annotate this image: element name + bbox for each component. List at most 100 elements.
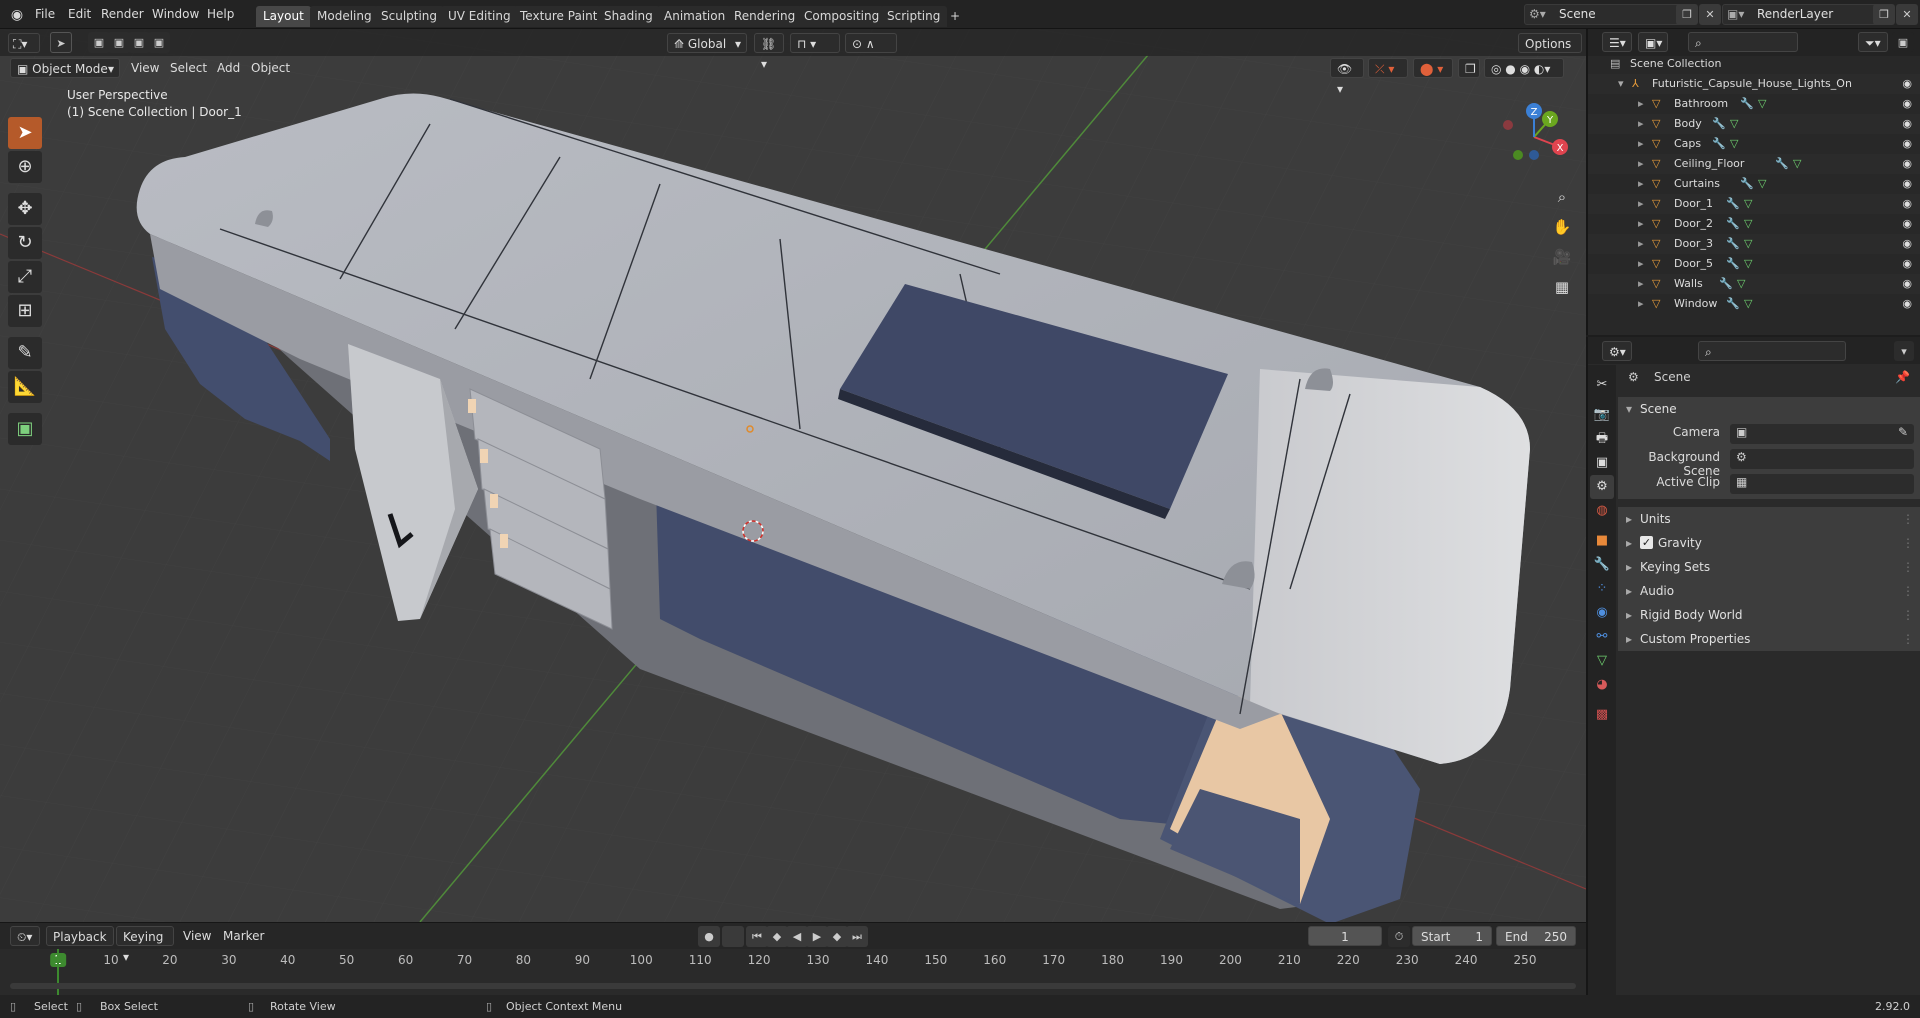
end-frame-field[interactable]: End 250 [1496, 926, 1576, 946]
menu-file[interactable]: File [35, 0, 55, 29]
playback-menu[interactable]: Playback ▾ [46, 926, 114, 964]
pan-hand-icon[interactable]: ✋ [1548, 213, 1576, 241]
cursor-tool-icon[interactable]: ⊕ [8, 151, 42, 183]
tab-modeling[interactable]: Modeling [310, 6, 379, 27]
measure-tool-icon[interactable]: 📐 [8, 371, 42, 403]
auto-key-icon[interactable] [722, 926, 744, 947]
background-scene-field[interactable]: ⚙ [1730, 449, 1914, 469]
gizmo-icon[interactable]: ⤫ ▾ [1368, 58, 1408, 78]
visibility-eye-icon[interactable]: ◉ [1902, 94, 1912, 114]
play-icon[interactable]: ▶ [806, 926, 828, 947]
visibility-eye-icon[interactable]: ◉ [1902, 174, 1912, 194]
menu-help[interactable]: Help [207, 0, 234, 29]
particles-tab-icon[interactable]: ⁘ [1590, 577, 1614, 601]
data-tab-icon[interactable]: ▽ [1590, 649, 1614, 673]
xray-icon[interactable]: ❐ [1458, 58, 1480, 78]
delete-scene-icon[interactable]: ✕ [1699, 4, 1721, 25]
drag-handle-icon[interactable]: ⋮ [1902, 531, 1914, 555]
expand-arrow-icon[interactable]: ▾ [1618, 74, 1624, 94]
tab-sculpting[interactable]: Sculpting [374, 6, 445, 27]
expand-arrow-icon[interactable]: ▸ [1638, 94, 1644, 114]
world-tab-icon[interactable]: ◍ [1590, 499, 1614, 523]
outliner-item[interactable]: ▸ ▽ Door_1 🔧 ▽ ◉ [1588, 194, 1920, 214]
delete-layer-icon[interactable]: ✕ [1896, 4, 1918, 25]
drag-handle-icon[interactable]: ⋮ [1902, 555, 1914, 579]
play-reverse-icon[interactable]: ◀ [786, 926, 808, 947]
outliner-item[interactable]: ▸ ▽ Body 🔧 ▽ ◉ [1588, 114, 1920, 134]
move-tool-icon[interactable]: ✥ [8, 193, 42, 225]
menu-select[interactable]: Select [170, 58, 207, 78]
expand-arrow-icon[interactable]: ▸ [1638, 114, 1644, 134]
clock-icon[interactable]: ⏱ [1388, 926, 1410, 947]
visibility-eye-icon[interactable]: ◉ [1902, 114, 1912, 134]
camera-view-icon[interactable]: 🎥 [1548, 243, 1576, 271]
expand-arrow-icon[interactable]: ▸ [1638, 154, 1644, 174]
outliner-item[interactable]: ▸ ▽ Door_2 🔧 ▽ ◉ [1588, 214, 1920, 234]
outliner-item[interactable]: ▸ ▽ Curtains 🔧 ▽ ◉ [1588, 174, 1920, 194]
texture-tab-icon[interactable]: ▩ [1590, 703, 1614, 727]
timeline-menu-view[interactable]: View [183, 926, 211, 946]
expand-arrow-icon[interactable]: ▸ [1638, 214, 1644, 234]
select-mode-intersect-icon[interactable]: ▣ [148, 32, 170, 53]
select-mode-subtract-icon[interactable]: ▣ [128, 32, 150, 53]
timeline-editor-type-icon[interactable]: ⏲▾ [10, 926, 40, 946]
drag-handle-icon[interactable]: ⋮ [1902, 627, 1914, 651]
timeline-menu-marker[interactable]: Marker [223, 926, 264, 946]
menu-add[interactable]: Add [217, 58, 240, 78]
drag-handle-icon[interactable]: ⋮ [1902, 507, 1914, 531]
add-workspace-button[interactable]: + [943, 6, 967, 27]
object-tab-icon[interactable]: ■ [1590, 529, 1614, 553]
modifiers-tab-icon[interactable]: 🔧 [1590, 553, 1614, 577]
expand-arrow-icon[interactable]: ▸ [1638, 294, 1644, 314]
view-layer-tab-icon[interactable]: ▣ [1590, 451, 1614, 475]
select-mode-extend-icon[interactable]: ▣ [108, 32, 130, 53]
render-tab-icon[interactable]: 📷 [1590, 403, 1614, 427]
snap-icon[interactable]: ⊓ ▾ [790, 33, 840, 53]
render-layer-selector[interactable]: ▣▾ RenderLayer [1722, 4, 1890, 25]
add-cube-tool-icon[interactable]: ▣ [8, 413, 42, 445]
gravity-checkbox[interactable]: ✓ [1640, 536, 1653, 549]
next-keyframe-icon[interactable]: ◆ [826, 926, 848, 947]
tab-shading[interactable]: Shading [597, 6, 660, 27]
visibility-eye-icon[interactable]: ◉ [1902, 154, 1912, 174]
display-mode-icon[interactable]: ▣▾ [1638, 32, 1668, 52]
options-button[interactable]: Options ▾ [1518, 33, 1582, 71]
outliner-editor-type-icon[interactable]: ☰▾ [1602, 32, 1632, 52]
expand-arrow-icon[interactable]: ▸ [1638, 134, 1644, 154]
shading-modes-icon[interactable]: ◎ ● ◉ ◐▾ [1484, 58, 1564, 78]
drag-handle-icon[interactable]: ⋮ [1902, 579, 1914, 603]
overlays-icon[interactable]: ⬤ ▾ [1413, 58, 1453, 78]
subpanel-audio[interactable]: ▸ Audio ⋮ [1618, 579, 1920, 603]
new-layer-icon[interactable]: ❐ [1873, 4, 1895, 25]
timeline-scrollbar[interactable] [10, 983, 1576, 989]
visibility-eye-icon[interactable]: ◉ [1902, 194, 1912, 214]
scene-panel-header[interactable]: ▾ Scene [1618, 397, 1920, 421]
constraints-tab-icon[interactable]: ⚯ [1590, 625, 1614, 649]
menu-view[interactable]: View [131, 58, 159, 78]
current-frame-field[interactable]: 1 [1308, 926, 1382, 946]
expand-arrow-icon[interactable]: ▸ [1638, 194, 1644, 214]
annotate-tool-icon[interactable]: ✎ [8, 337, 42, 369]
visibility-icon[interactable]: 👁▾ [1330, 58, 1364, 96]
visibility-eye-icon[interactable]: ◉ [1902, 274, 1912, 294]
3d-viewport[interactable]: ⛶▾ ▣ Object Mode ▾ ➤ ▣ ▣ ▣ ▣ ⟰ Global ▾ ⛓▾… [0, 29, 1586, 922]
active-clip-field[interactable]: ▦ [1730, 474, 1914, 494]
jump-start-icon[interactable]: ⏮ [746, 926, 768, 947]
expand-arrow-icon[interactable]: ▸ [1638, 254, 1644, 274]
properties-options-icon[interactable]: ▾ [1894, 341, 1914, 361]
camera-field[interactable]: ▣ ✎ [1730, 424, 1914, 444]
record-icon[interactable]: ● [698, 926, 720, 947]
outliner-item[interactable]: ▸ ▽ Window 🔧 ▽ ◉ [1588, 294, 1920, 314]
menu-window[interactable]: Window [152, 0, 199, 29]
select-box-tool-icon[interactable]: ➤ [8, 117, 42, 149]
keying-menu[interactable]: Keying ▾ [116, 926, 174, 964]
outliner-item[interactable]: ▸ ▽ Door_5 🔧 ▽ ◉ [1588, 254, 1920, 274]
blender-logo-icon[interactable]: ◉ [8, 6, 26, 24]
outliner-item[interactable]: ▸ ▽ Bathroom 🔧 ▽ ◉ [1588, 94, 1920, 114]
filter-icon[interactable]: ⏷▾ [1858, 32, 1888, 52]
jump-end-icon[interactable]: ⏭ [846, 926, 868, 947]
proportional-edit-icon[interactable]: ⊙ ∧ [845, 33, 897, 53]
start-frame-field[interactable]: Start 1 [1412, 926, 1492, 946]
select-mode-new-icon[interactable]: ▣ [88, 32, 110, 53]
tab-animation[interactable]: Animation [657, 6, 733, 27]
